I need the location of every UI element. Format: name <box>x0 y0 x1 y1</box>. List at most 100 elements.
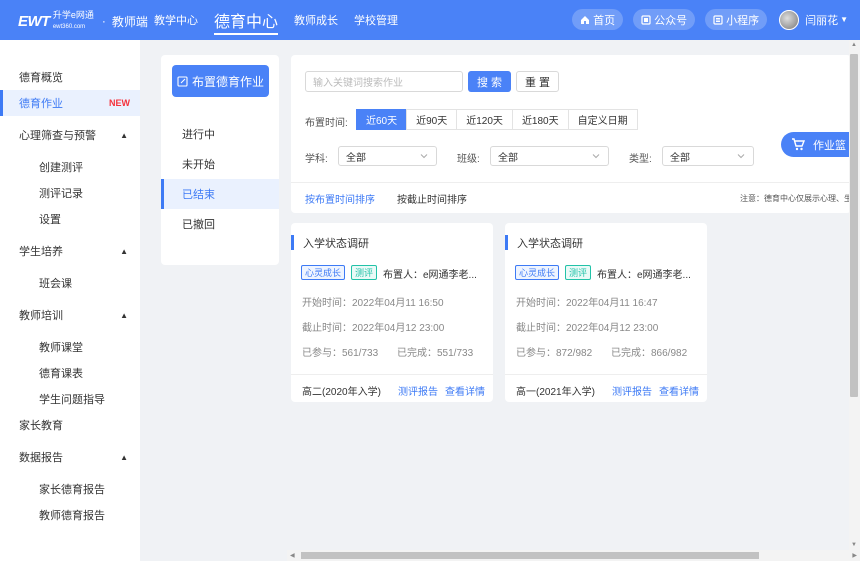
top-right-links: 首页 公众号 小程序 闫丽花 ▼ <box>562 9 848 30</box>
sidebar-item-teacher-report[interactable]: 教师德育报告 <box>0 502 140 528</box>
home-label: 首页 <box>593 14 616 27</box>
sidebar-item-data-reports[interactable]: 数据报告 ▲ <box>0 444 140 470</box>
cart-icon <box>792 138 805 151</box>
card-start-time: 开始时间：2022年04月11 16:50 <box>302 298 444 309</box>
tag-type: 测评 <box>351 265 378 280</box>
chevron-down-icon <box>592 154 600 159</box>
sidebar-item-student-training[interactable]: 学生培养 ▲ <box>0 238 140 264</box>
horizontal-scroll-thumb[interactable] <box>301 552 759 559</box>
homework-card: 入学状态调研 心灵成长 测评 布置人：e网通李老... 开始时间：2022年04… <box>291 223 493 402</box>
sidebar-item-moral-homework[interactable]: 德育作业 NEW <box>0 90 140 116</box>
card-publisher: 布置人：e网通李老... <box>597 270 691 281</box>
assessment-report-link[interactable]: 测评报告 <box>612 383 652 398</box>
card-completed: 已完成：551/733 <box>397 348 474 359</box>
type-select[interactable]: 全部 <box>662 146 754 166</box>
nav-teaching-center[interactable]: 教学中心 <box>154 0 198 40</box>
class-label: 班级: <box>457 154 480 165</box>
miniapp-link[interactable]: 小程序 <box>705 9 768 30</box>
vertical-scrollbar[interactable]: ▲ ▼ <box>849 40 860 550</box>
tag-category: 心灵成长 <box>515 265 560 280</box>
nav-teacher-growth[interactable]: 教师成长 <box>294 0 338 40</box>
sort-by-assign-time[interactable]: 按布置时间排序 <box>305 191 375 206</box>
status-in-progress[interactable]: 进行中 <box>161 119 279 149</box>
view-details-link[interactable]: 查看详情 <box>659 383 699 398</box>
reset-button[interactable]: 重 置 <box>516 71 559 92</box>
user-menu[interactable]: 闫丽花 ▼ <box>779 9 848 30</box>
sidebar-item-student-guidance[interactable]: 学生问题指导 <box>0 386 140 412</box>
scroll-down-arrow-icon[interactable]: ▼ <box>851 542 857 548</box>
card-end-time: 截止时间：2022年04月12 23:00 <box>516 323 659 334</box>
time-120-days[interactable]: 近120天 <box>456 109 513 130</box>
search-input[interactable]: 输入关键词搜索作业 <box>305 71 463 92</box>
card-start-time: 开始时间：2022年04月11 16:47 <box>516 298 658 309</box>
sort-by-deadline[interactable]: 按截止时间排序 <box>397 191 467 206</box>
type-label: 类型: <box>629 154 652 165</box>
official-account-link[interactable]: 公众号 <box>633 9 696 30</box>
status-withdrawn[interactable]: 已撤回 <box>161 209 279 239</box>
scroll-up-arrow-icon[interactable]: ▲ <box>851 42 857 48</box>
status-panel: 布置德育作业 进行中 未开始 已结束 已撤回 <box>161 55 279 265</box>
card-grade: 高二(2020年入学) <box>302 387 381 398</box>
card-end-time: 截止时间：2022年04月12 23:00 <box>302 323 445 334</box>
time-180-days[interactable]: 近180天 <box>511 109 569 130</box>
assessment-report-link[interactable]: 测评报告 <box>398 383 438 398</box>
sidebar-item-teacher-classroom[interactable]: 教师课堂 <box>0 334 140 360</box>
card-joined: 已参与：872/982 <box>516 348 593 359</box>
assign-homework-button[interactable]: 布置德育作业 <box>172 65 269 97</box>
time-90-days[interactable]: 近90天 <box>406 109 458 130</box>
time-range-group: 近60天 近90天 近120天 近180天 自定义日期 <box>356 109 638 130</box>
sidebar: 德育概览 德育作业 NEW 心理筛查与预警 ▲ 创建测评 测评记录 设置 学生培养 ▲… <box>0 40 140 561</box>
logo-text: EWT <box>18 12 50 30</box>
filter-panel: 输入关键词搜索作业 搜 索 重 置 布置时间: 近60天 近90天 近120天 … <box>291 55 851 213</box>
sidebar-item-parent-report[interactable]: 家长德育报告 <box>0 476 140 502</box>
card-footer: 高二(2020年入学) 测评报告 查看详情 <box>291 374 493 402</box>
nav-school-management[interactable]: 学校管理 <box>354 0 398 40</box>
view-details-link[interactable]: 查看详情 <box>445 383 485 398</box>
subject-label: 学科: <box>305 154 328 165</box>
caret-up-icon: ▲ <box>120 452 128 462</box>
notice-text: 注意：德育中心仅展示心理、生 <box>740 194 851 203</box>
user-name: 闫丽花 <box>805 14 839 27</box>
home-link[interactable]: 首页 <box>572 9 624 30</box>
caret-up-icon: ▲ <box>120 310 128 320</box>
sidebar-item-assessment-records[interactable]: 测评记录 <box>0 180 140 206</box>
sidebar-item-moral-schedule[interactable]: 德育课表 <box>0 360 140 386</box>
sidebar-item-parent-education[interactable]: 家长教育 <box>0 412 140 438</box>
wechat-icon <box>641 14 651 25</box>
search-button[interactable]: 搜 索 <box>468 71 511 92</box>
time-60-days[interactable]: 近60天 <box>356 109 408 130</box>
sidebar-item-create-assessment[interactable]: 创建测评 <box>0 154 140 180</box>
card-title: 入学状态调研 <box>505 235 583 250</box>
sidebar-item-class-meeting[interactable]: 班会课 <box>0 270 140 296</box>
vertical-scroll-thumb[interactable] <box>850 54 858 397</box>
status-ended[interactable]: 已结束 <box>161 179 279 209</box>
user-caret-icon: ▼ <box>840 15 848 24</box>
scroll-left-arrow-icon[interactable]: ◀ <box>290 552 295 559</box>
card-completed: 已完成：866/982 <box>611 348 688 359</box>
sidebar-item-settings[interactable]: 设置 <box>0 206 140 232</box>
card-grade: 高一(2021年入学) <box>516 387 595 398</box>
time-custom-date[interactable]: 自定义日期 <box>567 109 638 130</box>
time-label: 布置时间: <box>305 118 348 129</box>
card-title: 入学状态调研 <box>291 235 369 250</box>
main-nav: 教学中心 德育中心 教师成长 学校管理 <box>154 0 414 40</box>
card-footer: 高一(2021年入学) 测评报告 查看详情 <box>505 374 707 402</box>
scroll-right-arrow-icon[interactable]: ▶ <box>852 552 857 559</box>
class-select[interactable]: 全部 <box>490 146 609 166</box>
horizontal-scrollbar[interactable]: ◀ ▶ <box>287 550 860 561</box>
subject-select[interactable]: 全部 <box>338 146 437 166</box>
card-joined: 已参与：561/733 <box>302 348 379 359</box>
chevron-down-icon <box>737 154 745 159</box>
miniapp-icon <box>713 14 723 25</box>
tag-type: 测评 <box>565 265 592 280</box>
logo[interactable]: EWT 升学e网通 ewt360.com · 教师端 <box>18 10 148 32</box>
status-not-started[interactable]: 未开始 <box>161 149 279 179</box>
sidebar-item-moral-overview[interactable]: 德育概览 <box>0 64 140 90</box>
nav-moral-center[interactable]: 德育中心 <box>214 0 279 40</box>
miniapp-label: 小程序 <box>726 14 760 27</box>
logo-separator: · <box>101 14 106 28</box>
sidebar-item-psych-screening[interactable]: 心理筛查与预警 ▲ <box>0 122 140 148</box>
homework-card: 入学状态调研 心灵成长 测评 布置人：e网通李老... 开始时间：2022年04… <box>505 223 707 402</box>
sidebar-item-teacher-training[interactable]: 教师培训 ▲ <box>0 302 140 328</box>
home-icon <box>581 15 590 24</box>
